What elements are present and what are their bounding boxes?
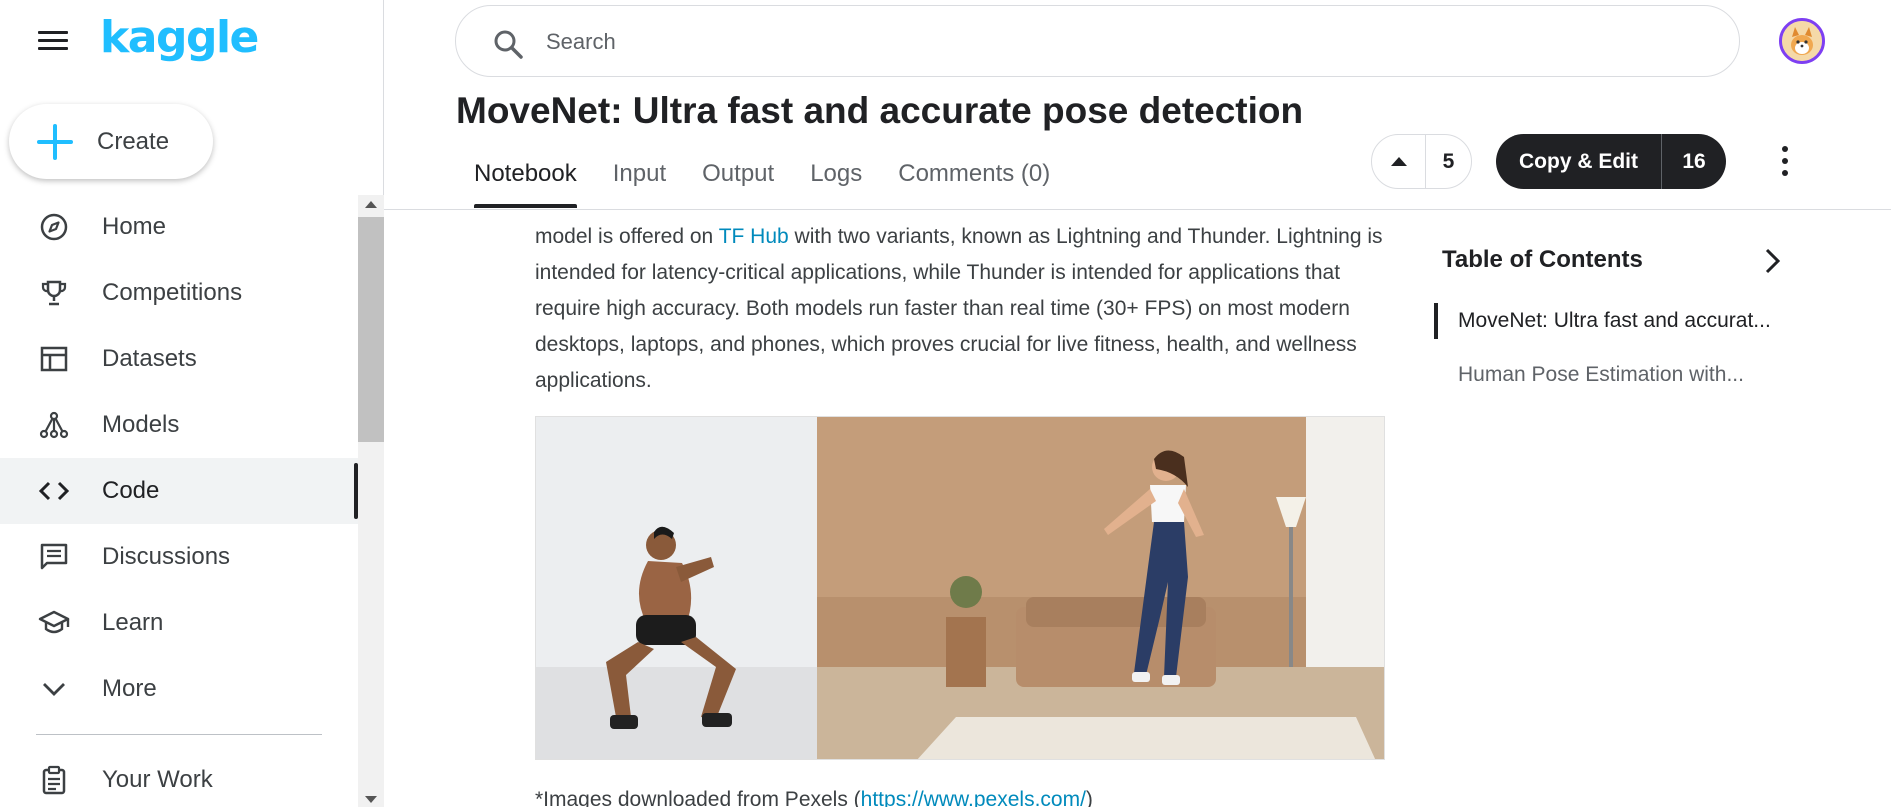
sidebar: kaggle Create Home Competitions Datasets… [0, 0, 384, 807]
paragraph-text: model is offered on [535, 225, 719, 248]
discussions-icon [38, 541, 70, 573]
pose-photo-icon [536, 417, 1384, 759]
plus-icon [35, 122, 75, 162]
caret-up-icon [1390, 157, 1407, 166]
sidebar-nav: Home Competitions Datasets Models Code D… [0, 194, 358, 722]
tab-output[interactable]: Output [684, 148, 792, 208]
sidebar-item-label: More [102, 675, 157, 702]
tab-logs[interactable]: Logs [792, 148, 880, 208]
compass-icon [38, 211, 70, 243]
code-icon [38, 475, 70, 507]
sidebar-item-discussions[interactable]: Discussions [0, 524, 358, 590]
search-input[interactable] [546, 22, 1706, 62]
notebook-content: model is offered on TF Hub with two vari… [384, 210, 1414, 807]
vote-count: 5 [1442, 149, 1455, 173]
more-options-icon[interactable] [1772, 146, 1798, 176]
sidebar-item-label: Learn [102, 609, 164, 636]
search-icon [492, 28, 526, 62]
sidebar-item-label: Code [102, 477, 160, 504]
kaggle-logo[interactable]: kaggle [100, 12, 259, 63]
copy-edit-label: Copy & Edit [1519, 149, 1638, 173]
sidebar-item-competitions[interactable]: Competitions [0, 260, 358, 326]
trophy-icon [38, 277, 70, 309]
models-icon [38, 409, 70, 441]
scroll-up-arrow-icon[interactable] [365, 201, 377, 208]
sidebar-item-code[interactable]: Code [0, 458, 358, 524]
toc-item-movenet[interactable]: MoveNet: Ultra fast and accurat... [1434, 303, 1771, 339]
tab-input[interactable]: Input [595, 148, 684, 208]
toc-item-label: MoveNet: Ultra fast and accurat... [1458, 309, 1771, 332]
sidebar-item-label: Home [102, 213, 167, 240]
page-title: MoveNet: Ultra fast and accurate pose de… [456, 90, 1304, 131]
caption-text: ) [1085, 788, 1093, 807]
graduation-cap-icon [38, 607, 70, 639]
pose-examples-image [535, 416, 1385, 760]
tab-notebook[interactable]: Notebook [456, 148, 595, 208]
image-caption: *Images downloaded from Pexels (https://… [535, 788, 1093, 807]
copy-edit-count: 16 [1682, 149, 1706, 173]
toc-item-label: Human Pose Estimation with... [1458, 363, 1744, 386]
sidebar-item-models[interactable]: Models [0, 392, 358, 458]
clipboard-icon [38, 764, 70, 796]
sidebar-scrollbar[interactable] [358, 195, 384, 807]
notebook-tabs: Notebook Input Output Logs Comments (0) [456, 148, 1068, 208]
chevron-down-icon [38, 673, 70, 705]
create-button[interactable]: Create [9, 104, 213, 179]
sidebar-item-datasets[interactable]: Datasets [0, 326, 358, 392]
upvote-button[interactable] [1372, 135, 1426, 188]
sidebar-item-label: Models [102, 411, 180, 438]
sidebar-item-label: Discussions [102, 543, 231, 570]
avatar-image-icon [1782, 21, 1822, 61]
app-window: kaggle Create Home Competitions Datasets… [0, 0, 1891, 807]
avatar[interactable] [1779, 18, 1825, 64]
tab-comments[interactable]: Comments (0) [880, 148, 1068, 208]
pexels-link[interactable]: https://www.pexels.com/ [861, 788, 1086, 807]
toc-item-pose-estimation[interactable]: Human Pose Estimation with... [1440, 363, 1744, 387]
sidebar-item-more[interactable]: More [0, 656, 358, 722]
search-bar[interactable] [455, 5, 1740, 77]
sidebar-item-your-work[interactable]: Your Work [0, 750, 358, 807]
sidebar-item-learn[interactable]: Learn [0, 590, 358, 656]
sidebar-item-label: Datasets [102, 345, 197, 372]
upvote-widget: 5 [1371, 134, 1472, 189]
paragraph-text: with two variants, known as Lightning an… [535, 225, 1383, 392]
create-label: Create [97, 127, 170, 155]
toc-title: Table of Contents [1442, 246, 1643, 273]
table-icon [38, 343, 70, 375]
chevron-right-icon[interactable] [1758, 247, 1786, 275]
sidebar-item-home[interactable]: Home [0, 194, 358, 260]
sidebar-item-label: Your Work [102, 766, 213, 793]
sidebar-item-label: Competitions [102, 279, 243, 306]
sidebar-divider [36, 734, 322, 735]
copy-edit-button[interactable]: Copy & Edit 16 [1496, 134, 1726, 189]
menu-icon[interactable] [38, 28, 68, 52]
notebook-paragraph: model is offered on TF Hub with two vari… [535, 219, 1385, 399]
scroll-down-arrow-icon[interactable] [365, 796, 377, 803]
caption-text: *Images downloaded from Pexels ( [535, 788, 861, 807]
tf-hub-link[interactable]: TF Hub [719, 225, 789, 248]
scrollbar-thumb[interactable] [358, 217, 384, 442]
